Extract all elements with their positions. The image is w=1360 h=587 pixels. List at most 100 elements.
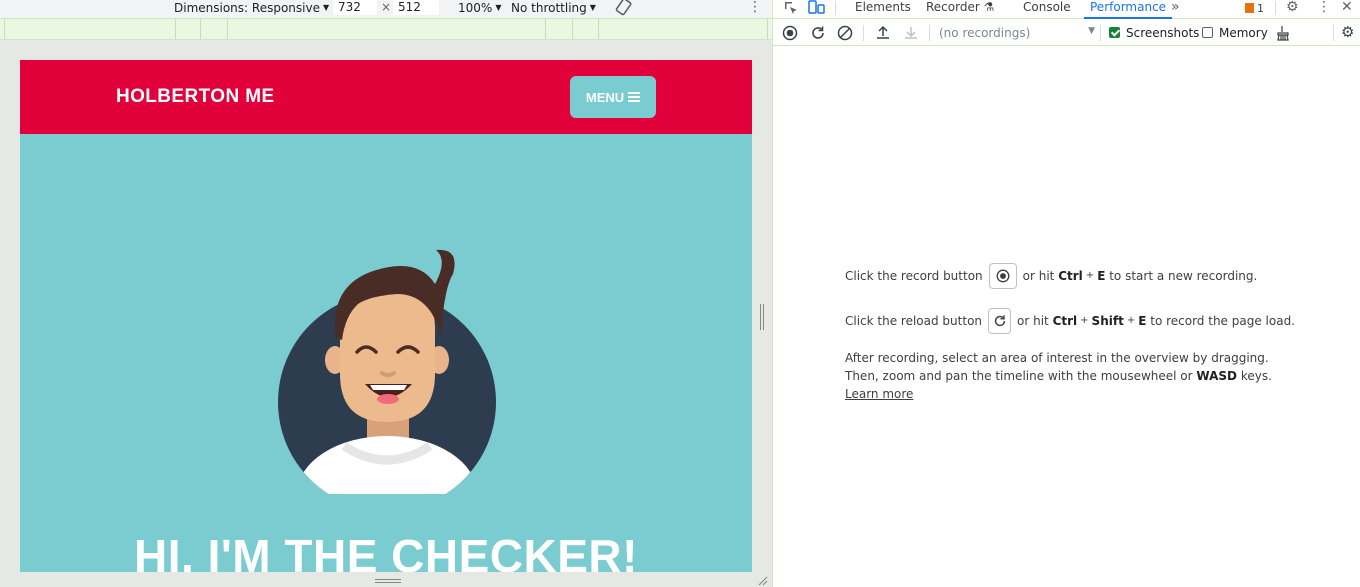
more-options-icon[interactable]: ⋮ — [748, 0, 762, 15]
key-ctrl: Ctrl — [1058, 269, 1083, 283]
or-hit-text: or hit — [1017, 314, 1049, 328]
recordings-placeholder: (no recordings) — [939, 26, 1031, 40]
width-input[interactable]: 732 — [333, 0, 377, 15]
mq-divider — [200, 19, 201, 39]
menu-label: MENU — [585, 89, 625, 105]
hero-section: HI, I'M THE CHECKER! — [20, 134, 752, 572]
zoom-label: 100% — [458, 1, 493, 15]
toolbar-separator — [1333, 25, 1334, 41]
tab-recorder[interactable]: Recorder ⚗ — [926, 0, 994, 19]
mq-divider — [4, 19, 5, 39]
upload-icon[interactable] — [874, 24, 892, 42]
devtools-panel: Elements Recorder ⚗ Console Performance … — [772, 0, 1360, 587]
corner-resize-icon[interactable] — [756, 574, 768, 586]
menu-button[interactable]: MENU — [570, 76, 656, 118]
throttling-label: No throttling — [511, 1, 587, 15]
tab-separator — [1275, 1, 1276, 15]
reload-instruction-text: Click the reload button — [845, 314, 983, 328]
caret-down-icon: ▼ — [495, 3, 502, 12]
capture-settings-gear-icon[interactable]: ⚙ — [1341, 23, 1359, 41]
key-wasd: WASD — [1196, 369, 1237, 383]
avatar — [278, 249, 496, 494]
tab-console[interactable]: Console — [1023, 0, 1071, 19]
inspect-element-icon[interactable] — [783, 0, 799, 16]
memory-label: Memory — [1219, 26, 1268, 40]
reload-button[interactable] — [988, 308, 1012, 334]
issues-count: 1 — [1257, 2, 1264, 15]
key-e: E — [1097, 269, 1106, 283]
mq-divider — [767, 19, 768, 39]
resize-handle-right[interactable] — [760, 304, 764, 330]
resize-handle-bottom[interactable] — [375, 579, 401, 583]
after-recording-help: After recording, select an area of inter… — [845, 349, 1295, 403]
tab-separator — [835, 1, 836, 15]
tab-performance[interactable]: Performance — [1084, 0, 1173, 19]
garbage-collect-icon[interactable] — [1275, 25, 1293, 43]
dimensions-label: Dimensions: Responsive — [174, 1, 320, 15]
caret-down-icon: ▼ — [589, 3, 596, 12]
device-toggle-icon[interactable] — [808, 0, 826, 16]
more-options-icon[interactable]: ⋮ — [1317, 0, 1331, 16]
issue-flag-icon — [1245, 3, 1254, 13]
screenshots-label: Screenshots — [1126, 26, 1200, 40]
toolbar-separator — [929, 25, 930, 41]
more-tabs-icon[interactable]: » — [1171, 0, 1180, 16]
devtools-tabbar: Elements Recorder ⚗ Console Performance … — [773, 0, 1360, 19]
clear-icon[interactable] — [836, 24, 854, 42]
mq-divider — [227, 19, 228, 39]
checkbox-checked — [1109, 27, 1120, 38]
record-instruction-suffix: to start a new recording. — [1109, 269, 1258, 283]
record-icon[interactable] — [781, 24, 799, 42]
tab-elements[interactable]: Elements — [855, 0, 911, 19]
mq-divider — [572, 19, 573, 39]
times-sign: × — [381, 0, 392, 14]
key-e: E — [1138, 314, 1147, 328]
toolbar-separator — [863, 25, 864, 41]
download-icon[interactable] — [902, 24, 920, 42]
record-button[interactable] — [988, 263, 1017, 289]
learn-more-link[interactable]: Learn more — [845, 387, 913, 401]
site-brand[interactable]: HOLBERTON ME — [116, 86, 275, 108]
emulated-viewport: HOLBERTON ME MENU HI, I'M THE CHECKER! — [20, 60, 752, 572]
reload-instruction-suffix: to record the page load. — [1150, 314, 1295, 328]
tab-recorder-label: Recorder — [926, 0, 980, 14]
mq-divider — [598, 19, 599, 39]
hero-title: HI, I'M THE CHECKER! — [134, 530, 638, 572]
record-instruction-text: Click the record button — [845, 269, 983, 283]
hamburger-icon — [628, 92, 641, 102]
record-instruction: Click the record button or hit Ctrl + E to… — [845, 262, 1295, 290]
key-ctrl: Ctrl — [1052, 314, 1078, 328]
toolbar-separator — [1100, 25, 1101, 41]
plus-sign: + — [1126, 315, 1136, 326]
plus-sign: + — [1080, 315, 1089, 326]
mq-divider — [175, 19, 176, 39]
settings-gear-icon[interactable]: ⚙ — [1286, 0, 1299, 16]
issues-badge[interactable]: 1 — [1245, 2, 1264, 15]
chevron-down-icon: ▼ — [1088, 26, 1095, 36]
plus-sign: + — [1085, 270, 1095, 281]
device-toolbar: Dimensions: Responsive ▼ 732 × 512 100% ▼ … — [0, 0, 772, 18]
height-input[interactable]: 512 — [393, 0, 439, 15]
reload-record-icon[interactable] — [809, 24, 827, 42]
screenshots-checkbox[interactable]: Screenshots — [1109, 26, 1199, 40]
rotate-icon[interactable] — [614, 0, 634, 16]
or-hit-text: or hit — [1022, 269, 1055, 283]
close-icon[interactable]: ✕ — [1341, 0, 1353, 16]
throttling-dropdown[interactable]: No throttling ▼ — [511, 0, 596, 18]
dimensions-dropdown[interactable]: Dimensions: Responsive ▼ — [174, 0, 329, 18]
memory-checkbox[interactable]: Memory — [1202, 26, 1268, 40]
reload-instruction: Click the reload button or hit Ctrl + Shif… — [845, 307, 1295, 335]
mq-divider — [545, 19, 546, 39]
site-header: HOLBERTON ME MENU — [20, 60, 752, 134]
checkbox-unchecked — [1202, 27, 1213, 38]
media-query-bar[interactable] — [0, 18, 772, 40]
caret-down-icon: ▼ — [322, 3, 330, 12]
help-text-suffix: keys. — [1240, 369, 1272, 383]
device-emulation-area: Dimensions: Responsive ▼ 732 × 512 100% ▼ … — [0, 0, 772, 587]
flask-icon: ⚗ — [983, 0, 995, 14]
key-shift: Shift — [1091, 314, 1124, 328]
recordings-select[interactable]: (no recordings) ▼ — [939, 26, 1095, 40]
performance-toolbar: (no recordings) ▼ Screenshots Memory ⚙ — [773, 20, 1360, 46]
performance-landing: Click the record button or hit Ctrl + E to… — [845, 262, 1295, 403]
zoom-dropdown[interactable]: 100% ▼ — [458, 0, 501, 18]
